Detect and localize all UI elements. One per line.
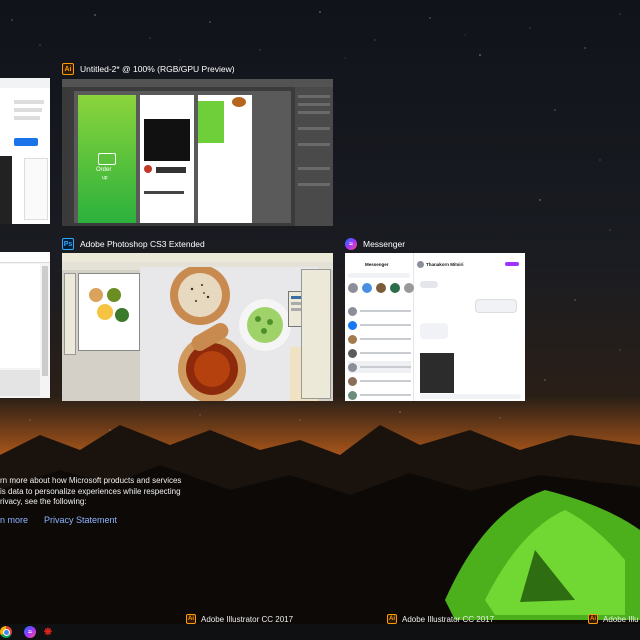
window-title: Messenger: [363, 239, 406, 249]
privacy-notice: rn more about how Microsoft products and…: [0, 476, 181, 508]
illustrator-menubar: [62, 79, 333, 87]
illustrator-icon: Ai: [186, 614, 196, 624]
partial-window-browser[interactable]: [0, 78, 50, 224]
illustrator-panels: [295, 87, 333, 226]
messenger-header-label: Messenger: [365, 262, 389, 267]
list-item[interactable]: [348, 375, 411, 387]
list-item[interactable]: [348, 361, 411, 373]
privacy-line: is data to personalize experiences while…: [0, 486, 181, 496]
desktop-label-text: Adobe Illustrator CC 2017: [603, 614, 639, 624]
privacy-links: n more Privacy Statement: [0, 515, 117, 525]
artboard-green: Order up: [78, 95, 136, 223]
window-messenger[interactable]: ≈ Messenger Messenger Thanakorn Mitsiri: [345, 236, 525, 401]
artboard-menu: [140, 95, 194, 223]
photoshop-food-photo: [140, 267, 318, 401]
list-item[interactable]: [348, 389, 411, 401]
list-item[interactable]: [348, 333, 411, 345]
photoshop-toolbox: [64, 273, 76, 355]
window-title-bar[interactable]: Ps Adobe Photoshop CS3 Extended: [62, 236, 205, 252]
desktop-label[interactable]: Ai Adobe Illustrator CC 2017: [186, 614, 293, 624]
desktop-label-text: Adobe Illustrator CC 2017: [402, 614, 495, 624]
window-title-bar[interactable]: ≈ Messenger: [345, 236, 405, 252]
photoshop-thumbnail[interactable]: [62, 253, 333, 401]
desktop-label-text: Adobe Illustrator CC 2017: [201, 614, 294, 624]
artboard-order-text: Order: [96, 167, 112, 173]
illustrator-icon: Ai: [588, 614, 598, 624]
window-photoshop[interactable]: Ps Adobe Photoshop CS3 Extended: [62, 236, 333, 401]
illustrator-icon: Ai: [387, 614, 397, 624]
window-title: Adobe Photoshop CS3 Extended: [80, 239, 205, 249]
privacy-statement-link[interactable]: Privacy Statement: [44, 515, 117, 525]
artboard-up-text: up: [102, 175, 108, 181]
messenger-thumbnail[interactable]: Messenger Thanakorn Mitsiri: [345, 253, 525, 401]
window-title: Untitled-2* @ 100% (RGB/GPU Preview): [80, 64, 235, 74]
learn-more-link[interactable]: n more: [0, 515, 28, 525]
messenger-conversation: Thanakorn Mitsiri: [414, 253, 525, 401]
desktop-label[interactable]: Ai Adobe Illustrator CC 2017: [588, 614, 639, 624]
photoshop-icon: Ps: [62, 238, 74, 250]
green-tent: [445, 490, 640, 620]
illustrator-thumbnail[interactable]: Order up: [62, 79, 333, 226]
privacy-line: rivacy, see the following:: [0, 497, 87, 506]
illustrator-toolbar: [62, 87, 70, 226]
desktop-label[interactable]: [0, 614, 13, 622]
messenger-chat-list: Messenger: [345, 253, 414, 401]
illustrator-icon: Ai: [62, 63, 74, 75]
desktop-label[interactable]: Ai Adobe Illustrator CC 2017: [387, 614, 494, 624]
window-illustrator[interactable]: Ai Untitled-2* @ 100% (RGB/GPU Preview) …: [62, 61, 333, 226]
illustrator-canvas: Order up: [74, 91, 291, 223]
photoshop-side-panel: [301, 269, 331, 399]
partial-window-docs[interactable]: [0, 252, 50, 398]
list-item[interactable]: [348, 347, 411, 359]
messenger-icon: ≈: [345, 238, 357, 250]
window-title-bar[interactable]: Ai Untitled-2* @ 100% (RGB/GPU Preview): [62, 61, 235, 77]
messenger-contact-name: Thanakorn Mitsiri: [426, 262, 464, 267]
taskbar: ≈ ❋: [0, 624, 640, 640]
list-item[interactable]: [348, 305, 411, 317]
acrobat-icon[interactable]: ❋: [42, 626, 54, 638]
artboard-white: [198, 95, 252, 223]
list-item[interactable]: [348, 319, 411, 331]
messenger-icon[interactable]: ≈: [24, 626, 36, 638]
privacy-line: rn more about how Microsoft products and…: [0, 476, 182, 485]
chrome-icon[interactable]: [0, 626, 12, 638]
photoshop-document-small: [78, 273, 140, 351]
food-photo-illustration: [140, 267, 318, 401]
